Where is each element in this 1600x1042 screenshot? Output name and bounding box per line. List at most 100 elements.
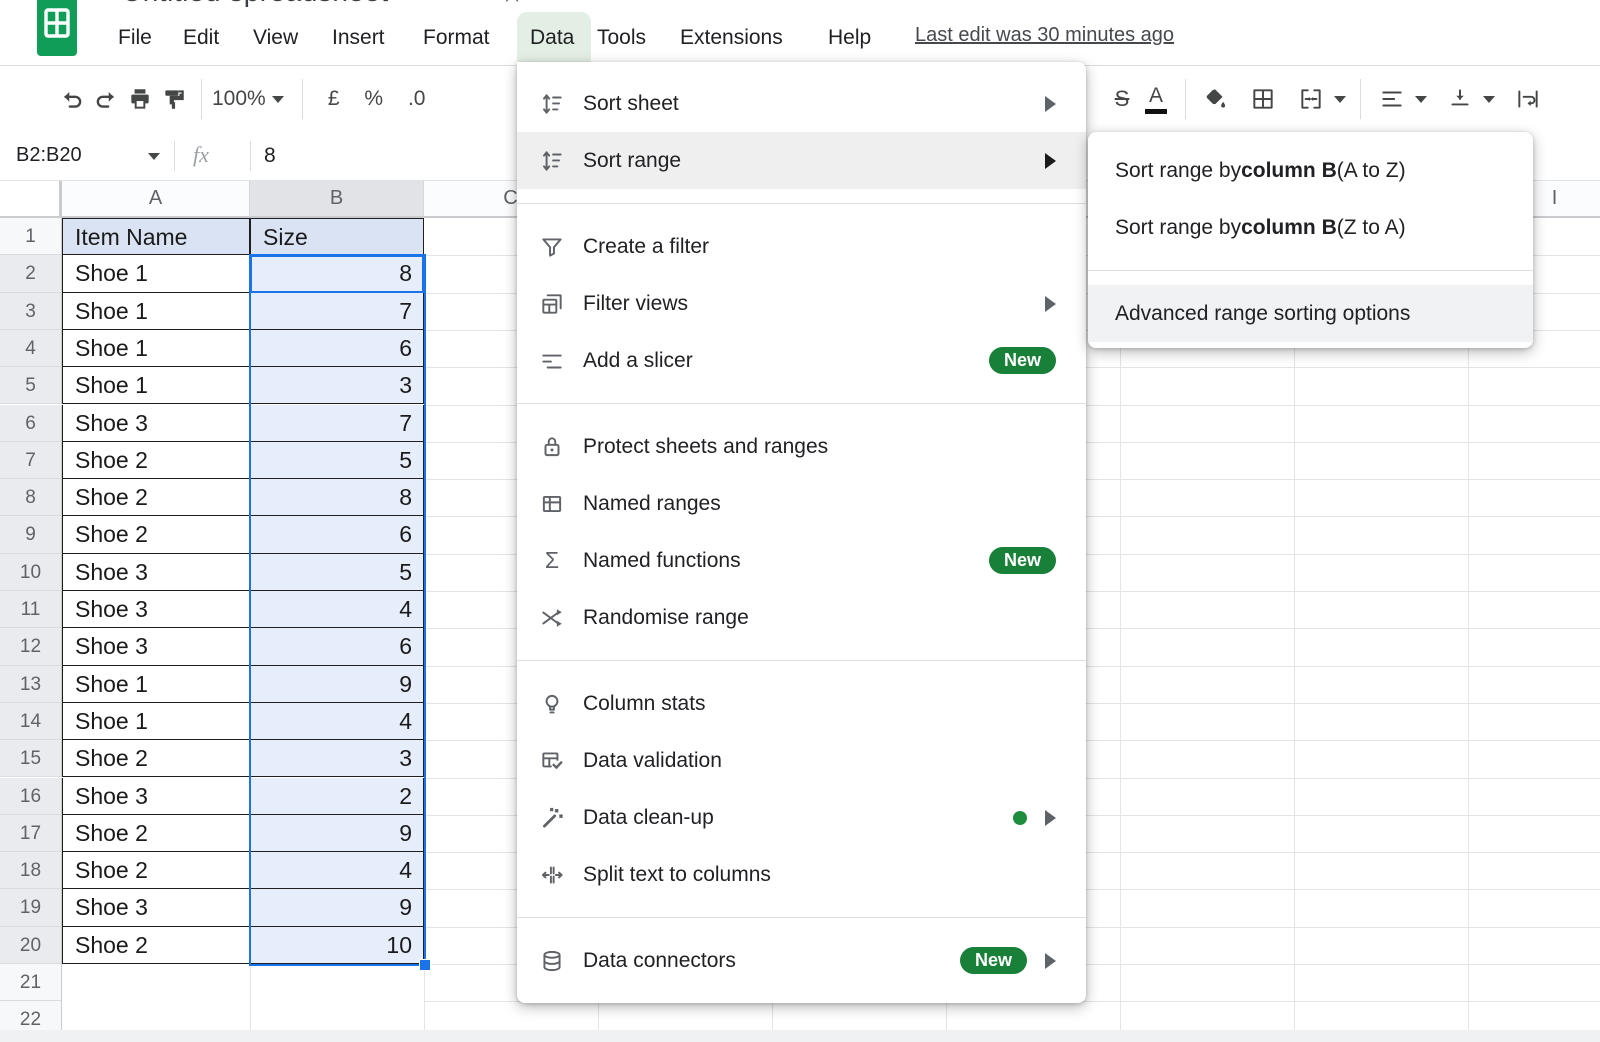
text-wrap-button[interactable] (1511, 86, 1545, 112)
cell-B17[interactable]: 9 (250, 815, 424, 852)
menu-item-sort-sheet[interactable]: Sort sheet (517, 75, 1086, 132)
menu-help[interactable]: Help (828, 22, 871, 54)
cell-B12[interactable]: 6 (250, 628, 424, 665)
cell-B3[interactable]: 7 (250, 293, 424, 330)
cell-B4[interactable]: 6 (250, 330, 424, 367)
strikethrough-button[interactable]: S (1105, 86, 1139, 112)
submenu-item-sort-z-to-a[interactable]: Sort range by column B (Z to A) (1088, 199, 1533, 256)
cell-B9[interactable]: 6 (250, 516, 424, 553)
zoom-select[interactable]: 100% (212, 87, 266, 111)
cell-A17[interactable]: Shoe 2 (62, 815, 250, 852)
menu-edit[interactable]: Edit (183, 22, 219, 54)
cell-B10[interactable]: 5 (250, 554, 424, 591)
row-header-16[interactable]: 16 (0, 778, 62, 815)
menu-item-sort-range[interactable]: Sort range (517, 132, 1086, 189)
cell-B6[interactable]: 7 (250, 405, 424, 442)
cell-A19[interactable]: Shoe 3 (62, 889, 250, 926)
row-header-17[interactable]: 17 (0, 815, 62, 852)
menu-item-column-stats[interactable]: Column stats (517, 675, 1086, 732)
horizontal-align-button[interactable] (1375, 86, 1409, 112)
menu-view[interactable]: View (253, 22, 298, 54)
star-icon[interactable]: ☆ (500, 0, 524, 9)
menu-item-filter-views[interactable]: Filter views (517, 275, 1086, 332)
submenu-item-advanced-range-sorting-options[interactable]: Advanced range sorting options (1088, 285, 1533, 342)
cell-B20[interactable]: 10 (250, 927, 424, 964)
borders-button[interactable] (1246, 86, 1280, 112)
menu-item-data-connectors[interactable]: Data connectorsNew (517, 932, 1086, 989)
row-header-6[interactable]: 6 (0, 405, 62, 442)
cell-B13[interactable]: 9 (250, 666, 424, 703)
row-header-4[interactable]: 4 (0, 330, 62, 367)
menu-data[interactable]: Data (530, 22, 574, 54)
cell-A20[interactable]: Shoe 2 (62, 927, 250, 964)
menu-item-data-clean-up[interactable]: Data clean-up (517, 789, 1086, 846)
merge-cells-button[interactable] (1294, 86, 1328, 112)
vertical-align-button[interactable] (1443, 86, 1477, 112)
cell-B18[interactable]: 4 (250, 852, 424, 889)
cell-A11[interactable]: Shoe 3 (62, 591, 250, 628)
merge-caret-icon[interactable] (1334, 96, 1346, 103)
menu-item-named-ranges[interactable]: Named ranges (517, 475, 1086, 532)
cell-B7[interactable]: 5 (250, 442, 424, 479)
menu-item-create-a-filter[interactable]: Create a filter (517, 218, 1086, 275)
zoom-caret-icon[interactable] (272, 96, 284, 103)
cell-A10[interactable]: Shoe 3 (62, 554, 250, 591)
cell-A2[interactable]: Shoe 1 (62, 255, 250, 292)
cell-A7[interactable]: Shoe 2 (62, 442, 250, 479)
cell-A8[interactable]: Shoe 2 (62, 479, 250, 516)
menu-item-data-validation[interactable]: Data validation (517, 732, 1086, 789)
menu-tools[interactable]: Tools (597, 22, 646, 54)
format-currency-button[interactable]: £ (317, 87, 351, 111)
cell-B1[interactable]: Size (250, 218, 424, 255)
cell-B5[interactable]: 3 (250, 367, 424, 404)
print-button[interactable] (123, 86, 157, 112)
cell-A16[interactable]: Shoe 3 (62, 778, 250, 815)
redo-button[interactable] (89, 86, 123, 112)
format-percent-button[interactable]: % (351, 87, 397, 111)
cell-B11[interactable]: 4 (250, 591, 424, 628)
menu-item-protect-sheets-and-ranges[interactable]: Protect sheets and ranges (517, 418, 1086, 475)
menu-insert[interactable]: Insert (332, 22, 385, 54)
menu-item-randomise-range[interactable]: Randomise range (517, 589, 1086, 646)
cell-B2[interactable]: 8 (250, 255, 424, 292)
vertical-align-caret-icon[interactable] (1483, 96, 1495, 103)
row-header-1[interactable]: 1 (0, 218, 62, 255)
decrease-decimal-button[interactable]: .0 (397, 87, 437, 111)
row-header-20[interactable]: 20 (0, 927, 62, 964)
cell-B16[interactable]: 2 (250, 778, 424, 815)
cell-A6[interactable]: Shoe 3 (62, 405, 250, 442)
cell-B14[interactable]: 4 (250, 703, 424, 740)
submenu-item-sort-a-to-z[interactable]: Sort range by column B (A to Z) (1088, 142, 1533, 199)
row-header-8[interactable]: 8 (0, 479, 62, 516)
select-all-corner[interactable] (0, 180, 62, 218)
name-box-caret-icon[interactable] (148, 153, 160, 160)
cell-A4[interactable]: Shoe 1 (62, 330, 250, 367)
document-title[interactable]: Untitled spreadsheet (122, 0, 389, 8)
cell-A12[interactable]: Shoe 3 (62, 628, 250, 665)
row-header-7[interactable]: 7 (0, 442, 62, 479)
name-box[interactable]: B2:B20 (16, 131, 82, 180)
row-header-9[interactable]: 9 (0, 516, 62, 553)
sheets-logo-icon[interactable] (36, 0, 78, 58)
menu-extensions[interactable]: Extensions (680, 22, 783, 54)
row-header-14[interactable]: 14 (0, 703, 62, 740)
row-header-15[interactable]: 15 (0, 740, 62, 777)
menu-item-add-a-slicer[interactable]: Add a slicerNew (517, 332, 1086, 389)
cell-A5[interactable]: Shoe 1 (62, 367, 250, 404)
row-header-21[interactable]: 21 (0, 964, 62, 1001)
menu-format[interactable]: Format (423, 22, 490, 54)
cell-B21[interactable] (250, 964, 424, 1001)
row-header-2[interactable]: 2 (0, 255, 62, 292)
cell-A18[interactable]: Shoe 2 (62, 852, 250, 889)
cell-B15[interactable]: 3 (250, 740, 424, 777)
row-header-11[interactable]: 11 (0, 591, 62, 628)
text-color-button[interactable]: A (1139, 85, 1173, 114)
row-header-19[interactable]: 19 (0, 889, 62, 926)
cell-A1[interactable]: Item Name (62, 218, 250, 255)
row-header-10[interactable]: 10 (0, 554, 62, 591)
menu-item-split-text-to-columns[interactable]: Split text to columns (517, 846, 1086, 903)
column-header-B[interactable]: B (250, 180, 424, 218)
cell-A3[interactable]: Shoe 1 (62, 293, 250, 330)
cell-A15[interactable]: Shoe 2 (62, 740, 250, 777)
cell-A21[interactable] (62, 964, 250, 1001)
